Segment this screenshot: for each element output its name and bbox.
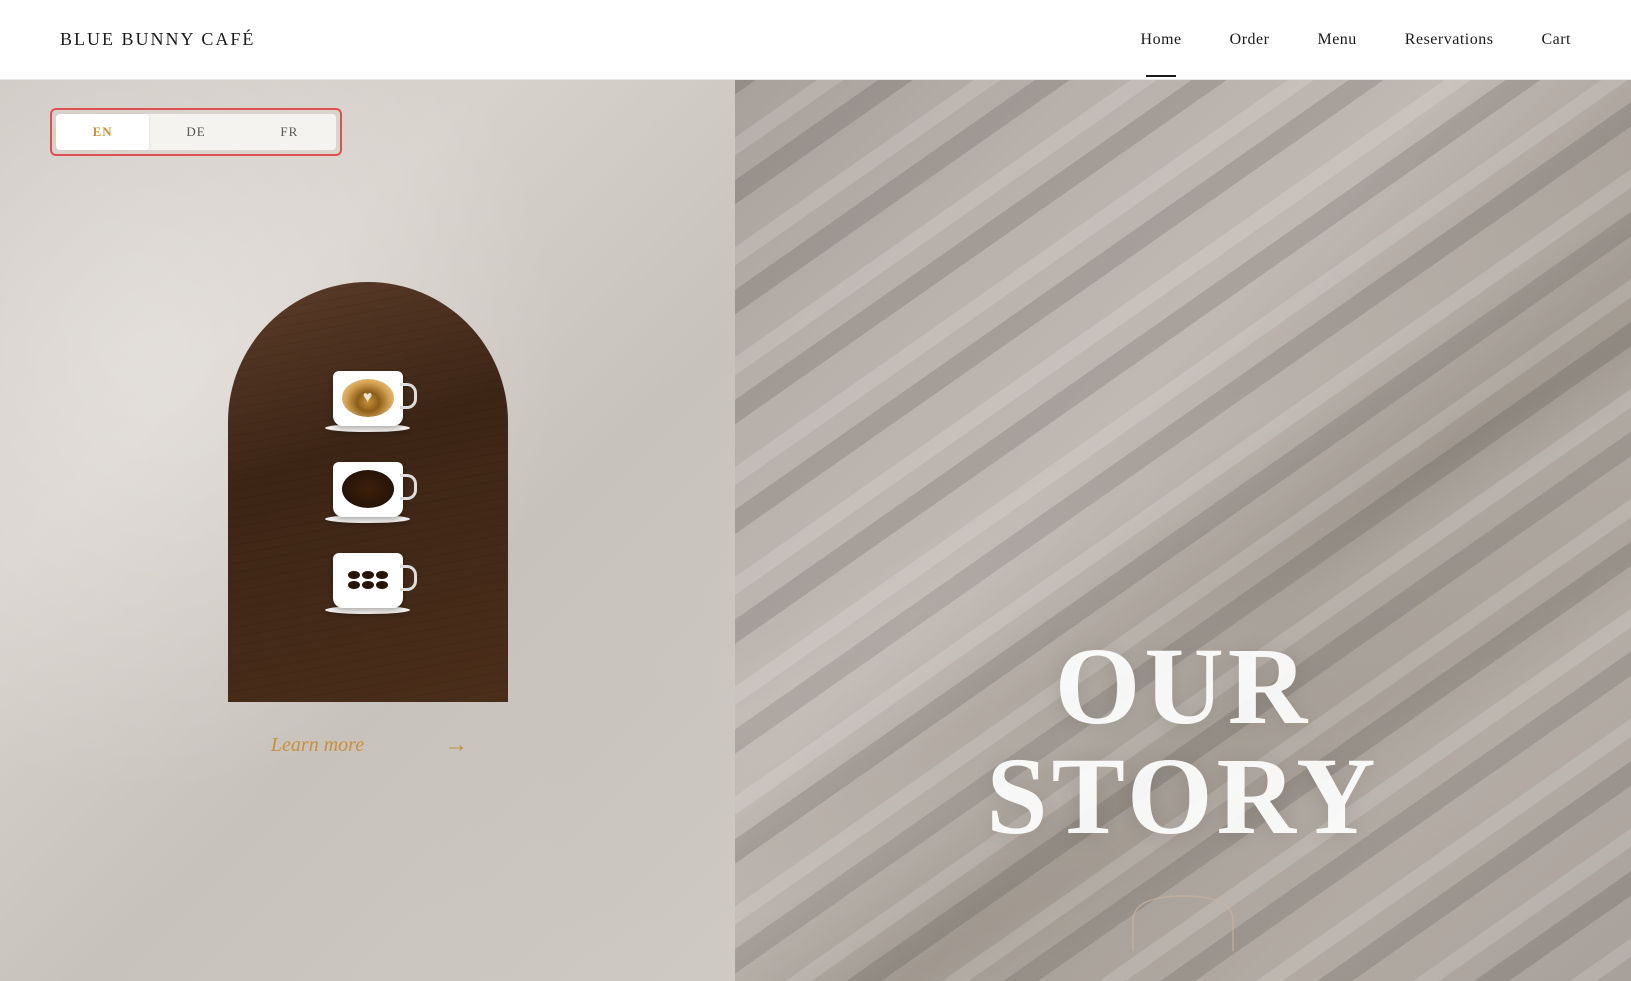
cup-espresso [325,462,410,523]
left-panel: EN DE FR [0,80,735,981]
bean-6 [376,581,388,589]
lang-btn-de[interactable]: DE [149,114,242,150]
cup-beans-fill [342,561,394,599]
cup-espresso-body [333,462,403,517]
cups-arrangement [325,351,410,634]
our-story-container: OUR STORY [986,631,1379,851]
our-story-line2: STORY [986,741,1379,851]
cup-espresso-fill [342,470,394,508]
nav-item-menu[interactable]: Menu [1317,31,1356,49]
main-nav: Home Order Menu Reservations Cart [1141,31,1571,49]
cup-latte-art [342,379,394,417]
bean-2 [362,571,374,579]
lang-btn-fr[interactable]: FR [243,114,336,150]
learn-more-text[interactable]: Learn more [271,734,364,757]
nav-item-order[interactable]: Order [1230,31,1270,49]
coffee-image-container: Learn more → [228,282,508,759]
cup-beans [325,553,410,614]
lang-switcher: EN DE FR [56,114,336,150]
lang-btn-en[interactable]: EN [56,114,149,150]
bean-5 [362,581,374,589]
cup-beans-body [333,553,403,608]
nav-item-reservations[interactable]: Reservations [1405,31,1494,49]
cup-latte-body [333,371,403,426]
nav-item-cart[interactable]: Cart [1541,31,1571,49]
main-content: EN DE FR [0,80,1631,981]
arch-decoration [1123,891,1243,951]
bean-3 [376,571,388,579]
arch-image [228,282,508,702]
cup-latte [325,371,410,432]
right-panel: OUR STORY [735,80,1631,981]
arrow-right-icon[interactable]: → [444,732,464,759]
learn-more-section: Learn more → [271,732,464,759]
our-story-line1: OUR [986,631,1379,741]
site-logo[interactable]: BLUE BUNNY CAFÉ [60,29,255,50]
lang-switcher-wrapper: EN DE FR [50,108,342,156]
nav-item-home[interactable]: Home [1141,31,1182,49]
site-header: BLUE BUNNY CAFÉ Home Order Menu Reservat… [0,0,1631,80]
bean-4 [348,581,360,589]
bean-1 [348,571,360,579]
